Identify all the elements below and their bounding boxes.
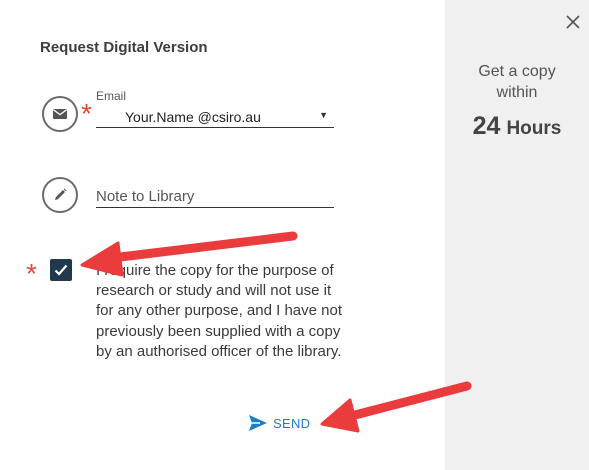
note-placeholder: Note to Library [96,188,195,205]
pencil-icon [42,177,78,213]
note-to-library-input[interactable]: Note to Library [96,186,334,208]
copy-time-promo: Get a copy within 24 Hours [445,61,589,141]
email-select[interactable]: Your.Name @csiro.au ▼ [96,106,334,128]
consent-required-asterisk: * [26,258,37,289]
checkmark-icon [54,264,68,276]
consent-checkbox[interactable] [50,259,72,281]
caret-down-icon: ▼ [319,110,328,120]
paper-plane-icon [249,415,267,431]
send-button[interactable]: SEND [248,412,310,434]
email-label: Email [96,89,127,103]
request-form-panel: Request Digital Version * Email Your.Nam… [0,0,445,470]
promo-line-2: within [496,84,538,101]
email-value: Your.Name @csiro.au [125,109,261,125]
envelope-icon [42,96,78,132]
promo-duration: 24 Hours [445,112,589,141]
email-required-asterisk: * [81,98,92,129]
promo-number: 24 [472,112,501,140]
send-label: SEND [273,415,311,431]
promo-unit: Hours [506,118,562,139]
dialog-title: Request Digital Version [40,39,208,56]
promo-line-1: Get a copy [478,63,556,80]
close-icon [566,15,580,29]
consent-text: I require the copy for the purpose of re… [96,262,342,360]
close-button[interactable] [563,12,583,32]
